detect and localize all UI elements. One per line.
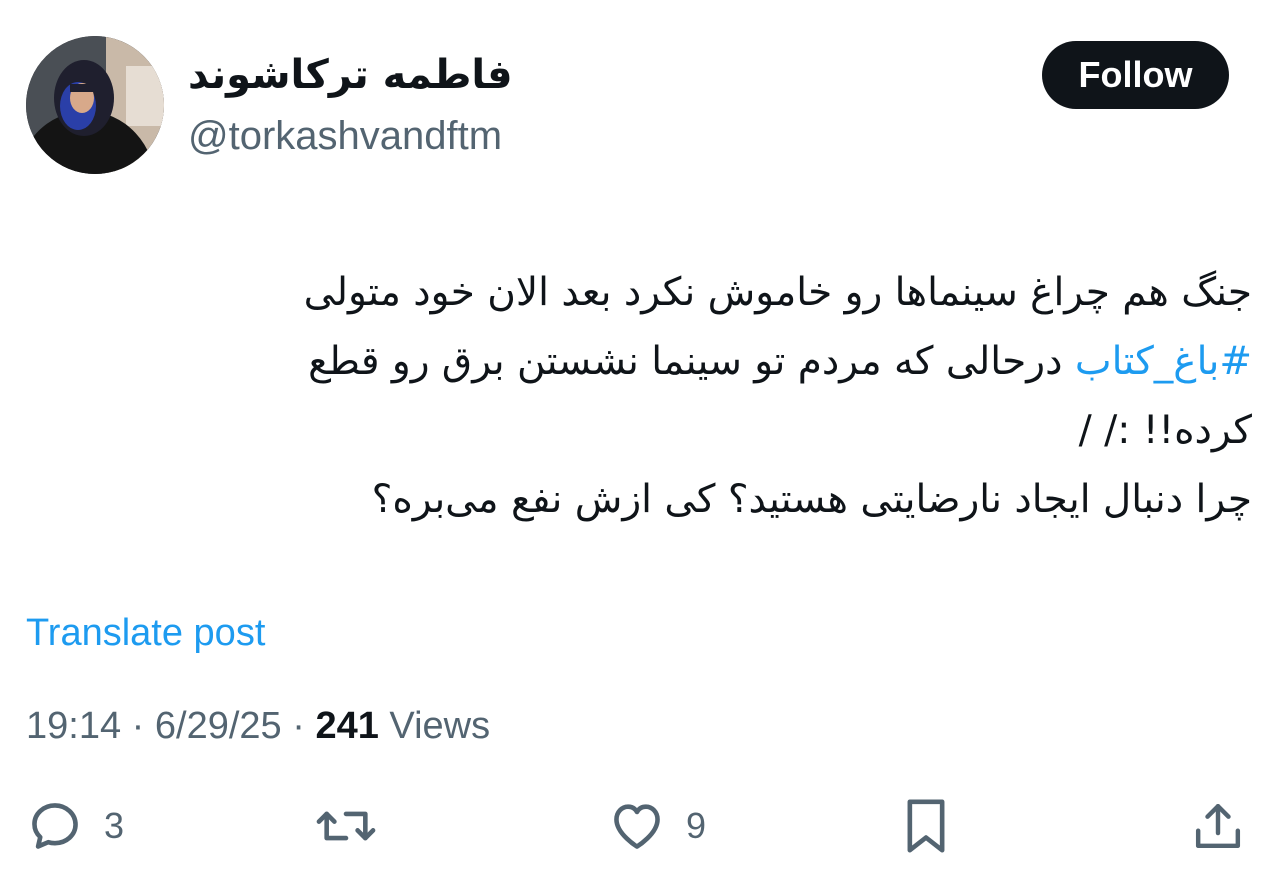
views-count: 241	[315, 705, 379, 747]
like-icon	[614, 804, 660, 849]
like-count: 9	[686, 805, 707, 846]
reply-icon	[32, 803, 78, 849]
avatar-image	[26, 36, 164, 174]
share-icon	[1195, 803, 1241, 849]
display-name[interactable]: فاطمه ترکاشوند	[188, 48, 513, 102]
meta-separator: ·	[281, 705, 316, 747]
post-line: #باغ_کتاب درحالی که مردم تو سینما نشستن …	[26, 327, 1252, 396]
post-line: جنگ هم چراغ سینماها رو خاموش نکرد بعد ال…	[303, 270, 1252, 315]
retweet-button[interactable]	[314, 796, 378, 856]
post-text: جنگ هم چراغ سینماها رو خاموش نکرد بعد ال…	[26, 258, 1252, 534]
reply-button[interactable]: 3	[26, 796, 124, 856]
translate-post-link[interactable]: Translate post	[26, 608, 265, 658]
hashtag-link[interactable]: #باغ_کتاب	[1075, 339, 1252, 384]
post-line: کرده!! :/ /	[1078, 408, 1252, 453]
user-handle[interactable]: @torkashvandftm	[188, 110, 502, 162]
post-line-text: درحالی که مردم تو سینما نشستن برق رو قطع	[308, 339, 1075, 384]
post-meta: 19:14 · 6/29/25 · 241 Views	[26, 700, 490, 752]
post-line: چرا دنبال ایجاد نارضایتی هستید؟ کی ازش ن…	[371, 477, 1252, 522]
follow-button[interactable]: Follow	[1042, 41, 1229, 109]
bookmark-button[interactable]	[900, 796, 952, 856]
avatar[interactable]	[26, 36, 164, 174]
meta-separator: ·	[121, 705, 155, 747]
like-button[interactable]: 9	[608, 796, 706, 856]
reply-count: 3	[104, 805, 125, 846]
retweet-icon	[316, 811, 376, 841]
share-button[interactable]	[1190, 796, 1246, 856]
bookmark-icon	[907, 799, 945, 853]
post-time[interactable]: 19:14	[26, 705, 121, 747]
views-label: Views	[378, 705, 491, 747]
post-date[interactable]: 6/29/25	[155, 705, 282, 747]
